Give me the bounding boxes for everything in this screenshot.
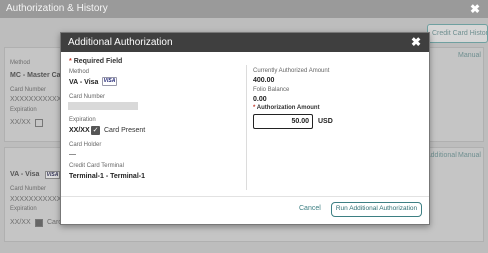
bg-expiration-value-2: XX/XX [10,219,31,226]
card-holder-label: Card Holder [69,142,102,148]
method-label: Method [69,69,90,75]
card-present-label: Card Present [104,127,146,134]
expiration-label: Expiration [69,117,96,123]
currency-label: USD [318,118,333,125]
required-field-label: Required Field [73,58,123,65]
currently-authorized-value: 400.00 [253,77,275,84]
card-number-label: Card Number [69,94,106,100]
cancel-button[interactable]: Cancel [299,205,321,212]
bg-method-value-2: VA - Visa [10,171,40,178]
required-field-note: * Required Field [69,58,122,65]
terminal-value: Terminal-1 - Terminal-1 [69,173,145,180]
visa-icon: VISA [102,77,117,86]
background-close-icon: ✖ [469,2,480,16]
bg-manual-link-2: Manual [458,152,481,159]
bg-expiration-label: Expiration [10,107,37,113]
bg-manual-link: Manual [458,52,481,59]
folio-balance-label: Folio Balance [253,87,290,93]
dialog-title: Additional Authorization [68,37,173,48]
currently-authorized-label: Currently Authorized Amount [253,68,330,74]
bg-expiration-value: XX/XX [10,119,31,126]
authorization-amount-text: Authorization Amount [256,105,320,111]
card-present-checkbox[interactable]: ✓ [91,126,100,135]
expiration-value: XX/XX [69,127,90,134]
bg-card-number-label: Card Number [10,87,47,93]
close-icon[interactable]: ✖ [411,35,421,49]
authorization-amount-label: * Authorization Amount [253,105,320,111]
bg-expiration-label-2: Expiration [10,206,37,212]
background-titlebar: Authorization & History ✖ [0,0,488,18]
credit-card-history-button: Credit Card History [427,24,488,43]
card-holder-value: — [69,151,76,158]
card-number-masked [68,102,138,110]
additional-authorization-dialog: Additional Authorization ✖ * Required Fi… [60,32,430,225]
method-value: VA - Visa [69,79,99,86]
bg-additional-link: Additional [426,152,457,159]
column-divider [246,65,247,190]
bg-card-present-checkbox-2 [35,219,43,227]
authorization-amount-input[interactable] [253,114,313,129]
dialog-header: Additional Authorization ✖ [61,33,429,52]
bg-card-number-label-2: Card Number [10,186,47,192]
bg-card-present-checkbox [35,119,43,127]
bg-method-label: Method [10,60,31,66]
amount-required-star: * [253,105,256,111]
bg-visa-icon: VISA [45,171,60,179]
folio-balance-value: 0.00 [253,96,267,103]
terminal-label: Credit Card Terminal [69,163,124,169]
footer-divider [61,196,429,197]
required-star: * [69,58,72,65]
background-title: Authorization & History [6,3,108,14]
bg-method-value: MC - Master Card [10,72,68,79]
run-additional-authorization-button[interactable]: Run Additional Authorization [331,202,422,217]
